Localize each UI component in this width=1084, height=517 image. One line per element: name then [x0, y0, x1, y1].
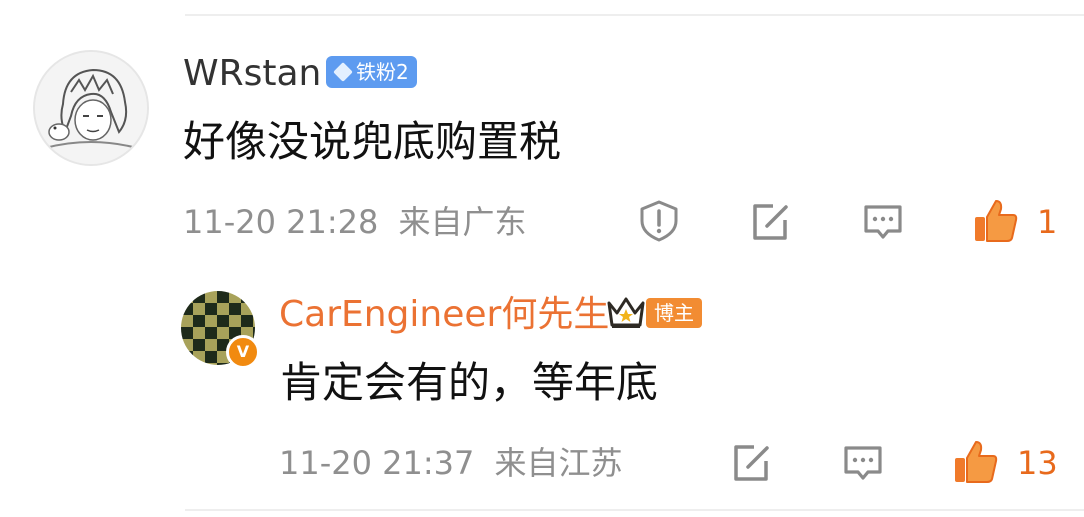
- reply-timestamp: 11-20 21:37: [279, 444, 475, 482]
- comment-meta: 11-20 21:28 来自广东: [183, 200, 527, 244]
- repost-button[interactable]: [748, 200, 792, 244]
- reply-comment-button[interactable]: [841, 441, 885, 485]
- reply-username[interactable]: CarEngineer何先生: [279, 293, 609, 337]
- like-count: 1: [1037, 203, 1058, 241]
- reply-text: 肯定会有的，等年底: [280, 358, 659, 407]
- like-icon: [955, 441, 998, 483]
- report-icon: [640, 200, 678, 242]
- fan-badge-label: 铁粉2: [356, 60, 409, 84]
- crown-icon: [606, 295, 646, 335]
- report-button[interactable]: [636, 198, 682, 244]
- top-divider: [185, 14, 1084, 16]
- reply-meta: 11-20 21:37 来自江苏: [279, 441, 623, 485]
- reply-location: 来自江苏: [494, 444, 623, 482]
- fan-diamond-icon: [333, 62, 353, 82]
- reply-repost-button[interactable]: [729, 441, 773, 485]
- comment-username[interactable]: WRstan: [183, 52, 321, 96]
- comment-icon: [844, 446, 882, 480]
- fan-badge[interactable]: 铁粉2: [326, 56, 417, 88]
- like-button[interactable]: [972, 197, 1020, 245]
- verified-badge: V: [226, 335, 260, 369]
- bottom-divider: [185, 509, 1084, 511]
- reply-like-count: 13: [1017, 444, 1058, 482]
- blogger-badge[interactable]: 博主: [646, 298, 702, 328]
- comment-icon: [864, 205, 902, 239]
- avatar[interactable]: [33, 50, 149, 166]
- comment-button[interactable]: [861, 200, 905, 244]
- reply-like-button[interactable]: [952, 438, 1000, 486]
- comment-location: 来自广东: [398, 203, 527, 241]
- like-icon: [975, 200, 1018, 242]
- comment-timestamp: 11-20 21:28: [183, 203, 379, 241]
- repost-icon: [734, 445, 769, 481]
- repost-icon: [753, 204, 788, 240]
- comment-text: 好像没说兜底购置税: [183, 117, 562, 166]
